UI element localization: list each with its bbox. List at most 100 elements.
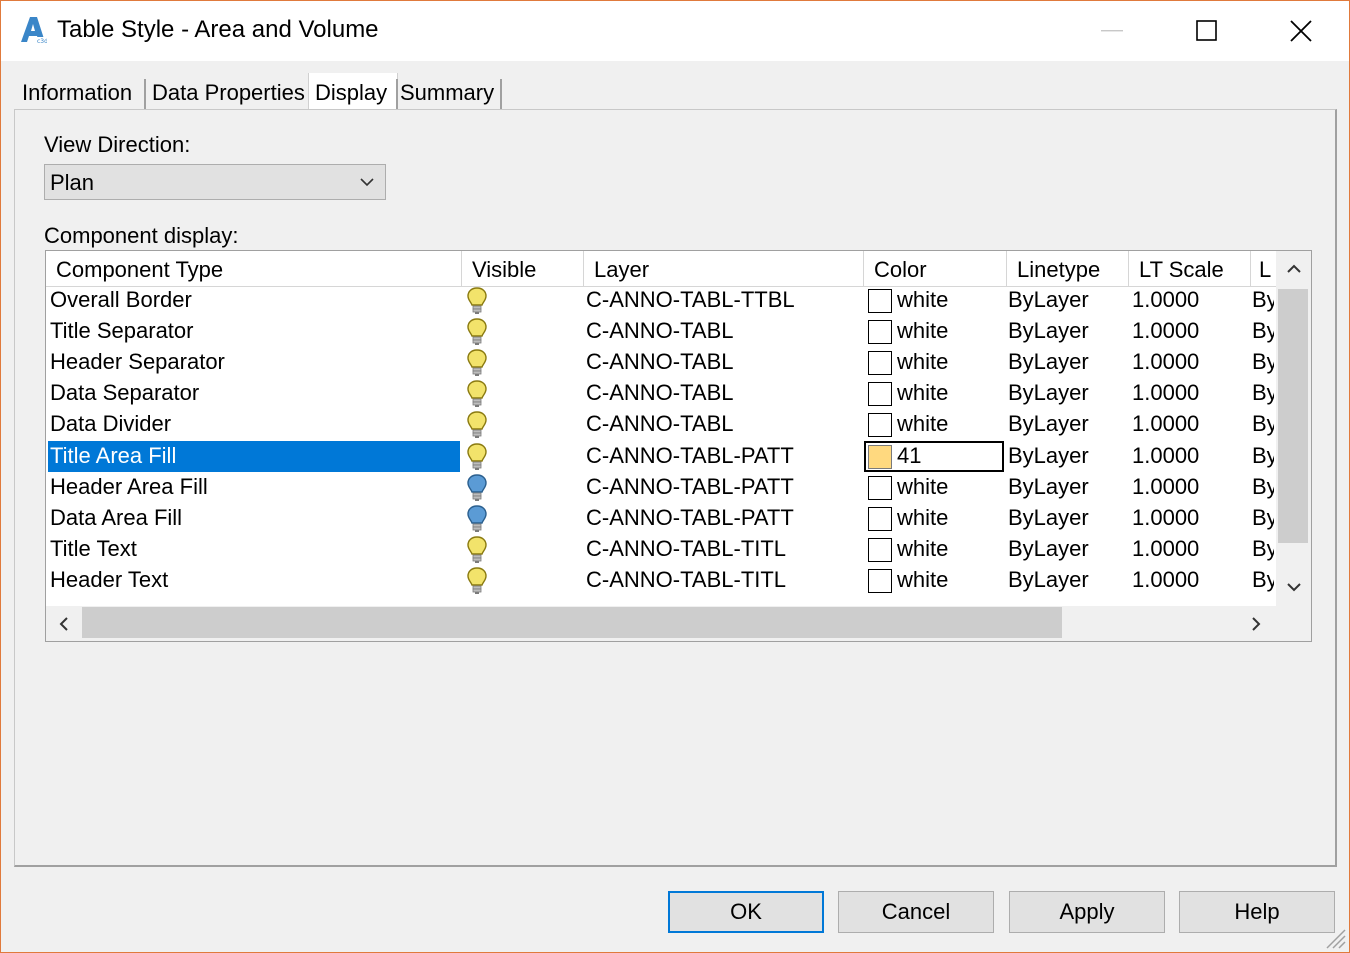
- scroll-up-button[interactable]: [1276, 251, 1311, 287]
- color-cell[interactable]: white: [864, 565, 1004, 596]
- ok-button[interactable]: OK: [668, 891, 824, 933]
- tab-information[interactable]: Information: [16, 75, 144, 111]
- color-cell[interactable]: white: [864, 378, 1004, 409]
- linetype-cell[interactable]: ByLayer: [1008, 534, 1128, 565]
- lt-scale-cell[interactable]: 1.0000: [1130, 441, 1250, 472]
- minimize-button[interactable]: [1065, 1, 1161, 61]
- layer-cell[interactable]: C-ANNO-TABL-TTBL: [584, 285, 862, 316]
- visible-toggle-cell[interactable]: [462, 285, 582, 316]
- component-type-cell[interactable]: Header Separator: [48, 347, 460, 378]
- layer-cell[interactable]: C-ANNO-TABL-PATT: [584, 441, 862, 472]
- lt-scale-cell[interactable]: 1.0000: [1130, 409, 1250, 440]
- component-type-cell[interactable]: Header Text: [48, 565, 460, 596]
- lineweight-cell[interactable]: By: [1252, 316, 1274, 347]
- lightbulb-off-icon[interactable]: [466, 504, 488, 534]
- lineweight-cell[interactable]: By: [1252, 285, 1274, 316]
- lightbulb-on-icon[interactable]: [466, 317, 488, 347]
- linetype-cell[interactable]: ByLayer: [1008, 565, 1128, 596]
- visible-toggle-cell[interactable]: [462, 565, 582, 596]
- lineweight-cell[interactable]: By: [1252, 347, 1274, 378]
- resize-grip-icon[interactable]: [1321, 924, 1347, 950]
- cancel-button[interactable]: Cancel: [838, 891, 994, 933]
- linetype-cell[interactable]: ByLayer: [1008, 503, 1128, 534]
- color-cell[interactable]: 41: [864, 440, 1004, 472]
- close-button[interactable]: [1253, 1, 1349, 61]
- lt-scale-cell[interactable]: 1.0000: [1130, 503, 1250, 534]
- component-type-cell[interactable]: Data Area Fill: [48, 503, 460, 534]
- visible-toggle-cell[interactable]: [462, 347, 582, 378]
- component-type-cell[interactable]: Header Area Fill: [48, 472, 460, 503]
- color-cell[interactable]: white: [864, 534, 1004, 565]
- lt-scale-cell[interactable]: 1.0000: [1130, 472, 1250, 503]
- layer-cell[interactable]: C-ANNO-TABL: [584, 378, 862, 409]
- lightbulb-on-icon[interactable]: [466, 442, 488, 472]
- lineweight-cell[interactable]: By: [1252, 565, 1274, 596]
- vertical-scrollbar[interactable]: [1276, 251, 1311, 606]
- layer-cell[interactable]: C-ANNO-TABL: [584, 347, 862, 378]
- lineweight-cell[interactable]: By: [1252, 378, 1274, 409]
- component-type-cell[interactable]: Data Divider: [48, 409, 460, 440]
- lightbulb-on-icon[interactable]: [466, 535, 488, 565]
- scroll-right-button[interactable]: [1238, 606, 1274, 641]
- table-row[interactable]: Title Text C-ANNO-TABL-TITL white ByLayer 1.…: [46, 534, 1276, 565]
- apply-button[interactable]: Apply: [1009, 891, 1165, 933]
- lt-scale-cell[interactable]: 1.0000: [1130, 347, 1250, 378]
- color-cell[interactable]: white: [864, 472, 1004, 503]
- lt-scale-cell[interactable]: 1.0000: [1130, 534, 1250, 565]
- horizontal-scrollbar[interactable]: [46, 606, 1311, 641]
- column-header-color[interactable]: Color: [864, 251, 1007, 287]
- table-row[interactable]: Header Text C-ANNO-TABL-TITL white ByLayer 1…: [46, 565, 1276, 596]
- lineweight-cell[interactable]: By: [1252, 472, 1274, 503]
- visible-toggle-cell[interactable]: [462, 503, 582, 534]
- column-header-visible[interactable]: Visible: [462, 251, 584, 287]
- table-row[interactable]: Title Area Fill C-ANNO-TABL-PATT 41 ByLayer…: [46, 440, 1276, 472]
- layer-cell[interactable]: C-ANNO-TABL-TITL: [584, 534, 862, 565]
- tab-display[interactable]: Display: [308, 73, 398, 113]
- linetype-cell[interactable]: ByLayer: [1008, 472, 1128, 503]
- table-row[interactable]: Header Area Fill C-ANNO-TABL-PATT white ByL…: [46, 472, 1276, 503]
- lt-scale-cell[interactable]: 1.0000: [1130, 285, 1250, 316]
- lt-scale-cell[interactable]: 1.0000: [1130, 565, 1250, 596]
- help-button[interactable]: Help: [1179, 891, 1335, 933]
- vertical-scroll-thumb[interactable]: [1278, 289, 1308, 543]
- table-row[interactable]: Overall Border C-ANNO-TABL-TTBL white ByLay…: [46, 285, 1276, 316]
- tab-summary[interactable]: Summary: [394, 75, 500, 111]
- scroll-left-button[interactable]: [46, 606, 82, 641]
- lightbulb-off-icon[interactable]: [466, 473, 488, 503]
- column-header-component-type[interactable]: Component Type: [46, 251, 462, 287]
- lightbulb-on-icon[interactable]: [466, 410, 488, 440]
- column-header-lt-scale[interactable]: LT Scale: [1129, 251, 1251, 287]
- title-bar[interactable]: c3d Table Style - Area and Volume: [1, 1, 1349, 61]
- column-header-lineweight[interactable]: L: [1251, 251, 1276, 287]
- component-type-cell[interactable]: Title Text: [48, 534, 460, 565]
- linetype-cell[interactable]: ByLayer: [1008, 347, 1128, 378]
- tab-data-properties[interactable]: Data Properties: [146, 75, 306, 111]
- layer-cell[interactable]: C-ANNO-TABL: [584, 316, 862, 347]
- layer-cell[interactable]: C-ANNO-TABL-PATT: [584, 472, 862, 503]
- component-type-cell[interactable]: Title Area Fill: [48, 440, 460, 472]
- lightbulb-on-icon[interactable]: [466, 286, 488, 316]
- table-row[interactable]: Title Separator C-ANNO-TABL white ByLayer 1.…: [46, 316, 1276, 347]
- color-cell[interactable]: white: [864, 409, 1004, 440]
- visible-toggle-cell[interactable]: [462, 378, 582, 409]
- component-type-cell[interactable]: Data Separator: [48, 378, 460, 409]
- column-header-layer[interactable]: Layer: [584, 251, 864, 287]
- lt-scale-cell[interactable]: 1.0000: [1130, 378, 1250, 409]
- table-row[interactable]: Header Separator C-ANNO-TABL white ByLayer 1…: [46, 347, 1276, 378]
- linetype-cell[interactable]: ByLayer: [1008, 378, 1128, 409]
- maximize-button[interactable]: [1159, 1, 1255, 61]
- visible-toggle-cell[interactable]: [462, 316, 582, 347]
- lightbulb-on-icon[interactable]: [466, 348, 488, 378]
- visible-toggle-cell[interactable]: [462, 472, 582, 503]
- color-cell[interactable]: white: [864, 285, 1004, 316]
- lineweight-cell[interactable]: By: [1252, 534, 1274, 565]
- linetype-cell[interactable]: ByLayer: [1008, 409, 1128, 440]
- view-direction-dropdown[interactable]: Plan: [44, 164, 386, 200]
- horizontal-scroll-thumb[interactable]: [82, 607, 1062, 638]
- layer-cell[interactable]: C-ANNO-TABL: [584, 409, 862, 440]
- linetype-cell[interactable]: ByLayer: [1008, 441, 1128, 472]
- component-display-grid[interactable]: Component Type Visible Layer Color Linet…: [45, 250, 1312, 642]
- color-cell[interactable]: white: [864, 503, 1004, 534]
- lightbulb-on-icon[interactable]: [466, 566, 488, 596]
- visible-toggle-cell[interactable]: [462, 409, 582, 440]
